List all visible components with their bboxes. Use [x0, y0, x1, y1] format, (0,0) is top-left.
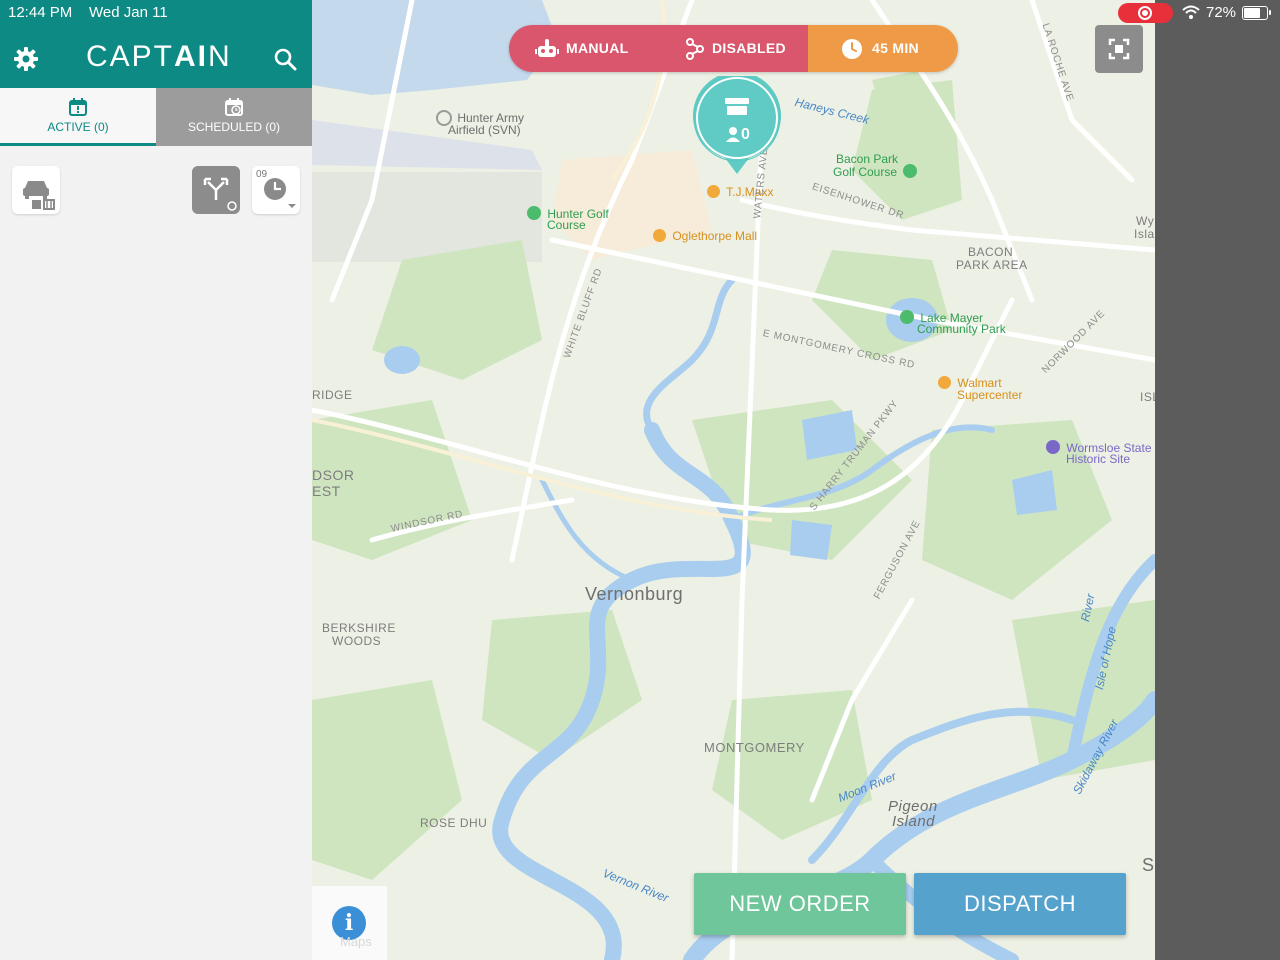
- sidebar: CAPTAIN ACTIVE (0) SCHEDULED (0) 09: [0, 0, 312, 960]
- status-time: 12:44 PM: [8, 4, 73, 21]
- schedule-filter-button[interactable]: 09: [252, 166, 300, 214]
- map-label-historic-site: Historic Site: [1066, 452, 1131, 466]
- clock-icon: [842, 39, 862, 59]
- map-label-oglethorpe: Oglethorpe Mall: [653, 229, 757, 243]
- status-bar: 12:44 PM Wed Jan 11 72%: [0, 0, 1280, 26]
- fullscreen-button[interactable]: [1095, 25, 1143, 73]
- map-label-island: Island: [892, 813, 936, 830]
- wifi-icon: [1182, 5, 1200, 19]
- mode-manual-button[interactable]: MANUAL: [509, 25, 659, 72]
- workflow-icon: [686, 38, 704, 60]
- map-label-s: S: [1142, 855, 1155, 875]
- calendar-clock-icon: [225, 98, 243, 116]
- calendar-alert-icon: [69, 98, 87, 116]
- store-driver-count: 0: [741, 126, 750, 143]
- map-label-airfield: Airfield (SVN): [448, 123, 521, 137]
- landmark-icon: [1046, 440, 1060, 454]
- park-icon: [900, 310, 914, 324]
- captain-logo: CAPTAIN: [86, 40, 232, 73]
- map-label-hunter-golf-course: Course: [547, 218, 586, 232]
- map-label-dsor: DSOR: [312, 467, 355, 483]
- right-panel: [1155, 0, 1280, 960]
- shopping-icon: [707, 185, 720, 198]
- map-label-supercenter: Supercenter: [957, 388, 1023, 402]
- map-label-bacon-park-area: PARK AREA: [956, 258, 1028, 272]
- gear-icon[interactable]: [13, 46, 39, 72]
- delivery-time-button[interactable]: 45 MIN: [808, 25, 958, 72]
- map-info-button[interactable]: i Maps: [312, 886, 387, 960]
- store-marker[interactable]: 0: [692, 76, 782, 176]
- map-label-bacon-park-golf: Golf Course: [833, 164, 918, 179]
- battery-icon: [1242, 6, 1271, 20]
- status-date: Wed Jan 11: [89, 4, 168, 21]
- route-split-icon: [203, 177, 237, 211]
- map-label-vernonburg: Vernonburg: [585, 584, 684, 604]
- screen-recording-icon: [1118, 3, 1173, 23]
- map-label-bacon: BACON: [968, 245, 1014, 259]
- map-label-montgomery: MONTGOMERY: [704, 740, 805, 755]
- map-label-wy: Wy: [1136, 214, 1155, 228]
- search-icon[interactable]: [273, 47, 297, 71]
- new-order-button[interactable]: NEW ORDER: [694, 873, 906, 935]
- car-icon: [23, 181, 55, 210]
- robot-icon: [535, 39, 559, 57]
- map-label-isl: ISL: [1140, 390, 1155, 404]
- shopping-cart-icon: [938, 376, 951, 389]
- status-pill: MANUAL DISABLED 45 MIN: [509, 25, 958, 72]
- dispatch-button[interactable]: DISPATCH: [914, 873, 1126, 935]
- schedule-badge: 09: [256, 169, 268, 180]
- map-label-est: EST: [312, 483, 341, 499]
- golf-icon: [527, 206, 541, 220]
- auto-dispatch-disabled-button[interactable]: DISABLED: [659, 25, 808, 72]
- map-label-community-park: Community Park: [917, 322, 1006, 336]
- map-label-ridge: RIDGE: [312, 388, 353, 402]
- tab-active[interactable]: ACTIVE (0): [0, 88, 156, 146]
- battery-percent: 72%: [1206, 4, 1237, 21]
- map-label-rose-dhu: ROSE DHU: [420, 816, 488, 830]
- order-tabs: ACTIVE (0) SCHEDULED (0): [0, 88, 312, 146]
- map-label-isla: Isla: [1134, 227, 1155, 241]
- map-label-woods: WOODS: [332, 634, 382, 648]
- tab-scheduled[interactable]: SCHEDULED (0): [156, 88, 312, 146]
- shopping-icon: [653, 229, 666, 242]
- store-pin-icon: [693, 76, 781, 174]
- route-button[interactable]: [192, 166, 240, 214]
- driver-map-view-button[interactable]: [12, 166, 60, 214]
- fullscreen-icon: [1108, 38, 1130, 60]
- map-label-berkshire: BERKSHIRE: [322, 621, 396, 635]
- maps-watermark: Maps: [340, 934, 372, 949]
- golf-icon: [903, 164, 918, 178]
